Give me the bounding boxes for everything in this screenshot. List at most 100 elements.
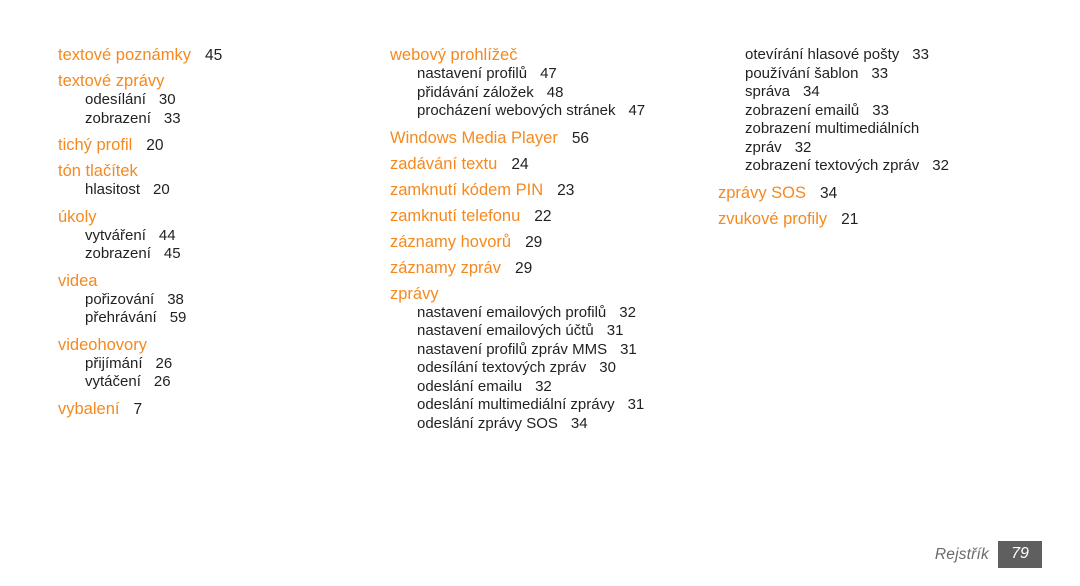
index-entry-label: odeslání zprávy SOS <box>417 414 558 432</box>
index-entry-page-number: 47 <box>540 65 557 82</box>
index-entry-page-number: 56 <box>571 129 590 147</box>
index-columns: textové poznámky 45 textové zprávy odesílán… <box>0 0 1080 520</box>
index-entry-page-number: 47 <box>628 102 646 119</box>
index-entry-sub[interactable]: zobrazení multimediálních <box>718 120 1048 139</box>
index-entry-page-number: 29 <box>514 259 533 277</box>
index-entry-sub[interactable]: přidávání záložek 48 <box>390 84 710 103</box>
index-entry-label: záznamy hovorů <box>390 232 512 251</box>
index-entry-sub[interactable]: pořizování 38 <box>58 291 358 310</box>
index-entry-main[interactable]: záznamy zpráv 29 <box>390 259 710 278</box>
index-entry-page-number: 30 <box>158 91 176 108</box>
index-entry-label: odesílání <box>85 91 146 108</box>
index-entry-sub[interactable]: nastavení emailových profilů 32 <box>390 304 710 323</box>
index-entry-main[interactable]: zamknutí kódem PIN 23 <box>390 181 710 200</box>
index-entry-sub[interactable]: vytváření 44 <box>58 227 358 246</box>
footer-section-label: Rejstřík <box>934 545 989 563</box>
index-entry-label: přehrávání <box>85 309 157 326</box>
index-entry-main[interactable]: vybalení 7 <box>58 400 358 419</box>
index-entry-label: přidávání záložek <box>417 83 534 101</box>
index-entry-main[interactable]: videa <box>58 272 358 291</box>
index-entry-label: přijímání <box>85 354 143 372</box>
index-entry-label: hlasitost <box>85 181 141 198</box>
index-entry-sub[interactable]: zobrazení 33 <box>58 110 358 129</box>
index-entry-page-number: 31 <box>620 340 637 358</box>
index-entry-label: používání šablon <box>745 64 859 82</box>
index-entry-main[interactable]: Windows Media Player 56 <box>390 129 710 148</box>
index-entry-main[interactable]: videohovory <box>58 336 358 355</box>
index-entry-page-number: 33 <box>872 101 889 119</box>
index-entry-label: webový prohlížeč <box>390 46 518 64</box>
index-entry-label: správa <box>745 83 791 100</box>
index-entry-label: procházení webových stránek <box>417 102 616 119</box>
index-entry-sub[interactable]: odeslání zprávy SOS 34 <box>390 415 710 434</box>
index-entry-label: nastavení profilů zpráv MMS <box>417 340 608 358</box>
index-entry-sub[interactable]: přijímání 26 <box>58 355 358 374</box>
index-entry-main[interactable]: zadávání textu 24 <box>390 155 710 174</box>
index-entry-main[interactable]: úkoly <box>58 208 358 227</box>
index-entry-sub[interactable]: odeslání multimediální zprávy 31 <box>390 396 710 415</box>
index-entry-sub[interactable]: vytáčení 26 <box>58 373 358 392</box>
index-entry-main[interactable]: tichý profil 20 <box>58 136 358 155</box>
index-entry-page-number: 32 <box>794 138 812 156</box>
index-entry-page-number: 34 <box>570 414 588 432</box>
index-entry-sub[interactable]: zobrazení emailů 33 <box>718 102 1048 121</box>
index-entry-page-number: 31 <box>627 396 645 413</box>
index-entry-page-number: 48 <box>546 83 564 101</box>
index-column-1: textové poznámky 45 textové zprávy odesílán… <box>58 46 358 419</box>
index-entry-page-number: 34 <box>820 184 838 202</box>
index-entry-label: zobrazení emailů <box>745 101 860 119</box>
index-entry-main[interactable]: textové zprávy <box>58 72 358 91</box>
index-entry-main[interactable]: zvukové profily 21 <box>718 210 1048 229</box>
index-entry-page-number: 32 <box>535 377 552 395</box>
index-entry-label: Windows Media Player <box>390 128 558 147</box>
index-entry-page-number: 20 <box>146 137 164 154</box>
index-entry-page-number: 45 <box>163 245 181 262</box>
index-entry-label: textové zprávy <box>58 72 165 90</box>
index-entry-label: zprávy SOS <box>718 183 807 202</box>
index-entry-main[interactable]: zprávy <box>390 285 710 304</box>
index-entry-sub[interactable]: správa 34 <box>718 83 1048 102</box>
index-entry-label: otevírání hlasové pošty <box>745 46 900 63</box>
index-entry-main[interactable]: tón tlačítek <box>58 162 358 181</box>
index-entry-sub[interactable]: odesílání 30 <box>58 91 358 110</box>
index-entry-page-number: 33 <box>163 109 181 127</box>
index-entry-sub[interactable]: přehrávání 59 <box>58 309 358 328</box>
index-entry-sub[interactable]: hlasitost 20 <box>58 181 358 200</box>
index-entry-main[interactable]: zprávy SOS 34 <box>718 184 1048 203</box>
index-entry-sub[interactable]: odesílání textových zpráv 30 <box>390 359 710 378</box>
index-entry-label: nastavení emailových účtů <box>417 322 594 339</box>
index-entry-page-number: 33 <box>871 64 889 82</box>
index-entry-sub[interactable]: zobrazení 45 <box>58 245 358 264</box>
index-entry-main[interactable]: zamknutí telefonu 22 <box>390 207 710 226</box>
index-entry-label: nastavení profilů <box>417 65 528 82</box>
index-entry-label: odeslání emailu <box>417 377 523 395</box>
index-entry-sub[interactable]: nastavení profilů zpráv MMS 31 <box>390 341 710 360</box>
index-entry-label: zpráv <box>745 138 782 156</box>
index-entry-sub[interactable]: nastavení profilů 47 <box>390 65 710 84</box>
index-entry-label: zobrazení <box>85 245 151 262</box>
index-entry-sub[interactable]: nastavení emailových účtů 31 <box>390 322 710 341</box>
index-entry-page-number: 21 <box>841 210 859 228</box>
index-entry-label: tichý profil <box>58 136 133 154</box>
index-entry-label: odesílání textových zpráv <box>417 359 587 376</box>
index-entry-sub[interactable]: odeslání emailu 32 <box>390 378 710 397</box>
index-entry-page-number: 32 <box>619 303 636 321</box>
index-entry-sub[interactable]: zpráv 32 <box>718 139 1048 158</box>
index-entry-sub[interactable]: procházení webových stránek 47 <box>390 102 710 121</box>
index-entry-label: nastavení emailových profilů <box>417 303 607 321</box>
index-entry-sub[interactable]: zobrazení textových zpráv 32 <box>718 157 1048 176</box>
index-entry-label: zobrazení multimediálních <box>745 120 920 137</box>
index-entry-page-number: 34 <box>803 83 820 100</box>
index-entry-main[interactable]: záznamy hovorů 29 <box>390 233 710 252</box>
index-entry-label: záznamy zpráv <box>390 258 501 277</box>
index-entry-page-number: 23 <box>557 181 575 199</box>
index-entry-page-number: 31 <box>606 322 624 339</box>
index-entry-label: tón tlačítek <box>58 162 138 180</box>
index-entry-sub[interactable]: používání šablon 33 <box>718 65 1048 84</box>
index-entry-sub[interactable]: otevírání hlasové pošty 33 <box>718 46 1048 65</box>
page-footer: Rejstřík 79 <box>935 541 1042 568</box>
index-entry-page-number: 26 <box>153 373 171 390</box>
index-entry-main[interactable]: webový prohlížeč <box>390 46 710 65</box>
index-entry-main[interactable]: textové poznámky 45 <box>58 46 358 65</box>
index-entry-label: zobrazení <box>85 109 151 127</box>
